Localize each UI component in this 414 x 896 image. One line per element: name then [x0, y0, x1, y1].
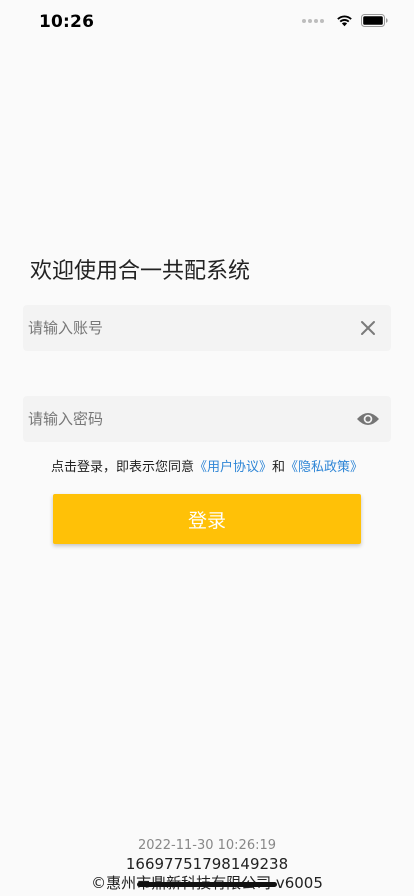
user-agreement-link[interactable]: 《用户协议》	[194, 460, 272, 475]
password-input[interactable]	[23, 396, 343, 442]
privacy-policy-link[interactable]: 《隐私政策》	[285, 460, 363, 475]
welcome-title: 欢迎使用合一共配系统	[30, 259, 251, 284]
status-bar: 10:26	[0, 0, 414, 48]
footer-id: 1669775179814923​8	[125, 855, 289, 873]
agreement-conjunction: 和	[272, 460, 286, 475]
battery-icon	[361, 14, 388, 27]
status-indicators	[302, 14, 388, 27]
account-input[interactable]	[23, 305, 343, 351]
login-button[interactable]: 登录	[53, 494, 361, 544]
password-field[interactable]	[23, 396, 391, 442]
agreement-text: 点击登录，即表示您同意《用户协议》和《隐私政策》	[0, 456, 414, 475]
eye-icon[interactable]	[356, 407, 380, 431]
agreement-prefix: 点击登录，即表示您同意	[50, 460, 194, 475]
clear-icon[interactable]	[356, 316, 380, 340]
account-field[interactable]	[23, 305, 391, 351]
cellular-signal-icon	[302, 18, 324, 23]
status-time: 10:26	[39, 12, 95, 32]
home-indicator	[137, 882, 277, 887]
wifi-icon	[337, 15, 352, 27]
footer-date: 2022-11-30 10:26:19	[137, 838, 277, 853]
